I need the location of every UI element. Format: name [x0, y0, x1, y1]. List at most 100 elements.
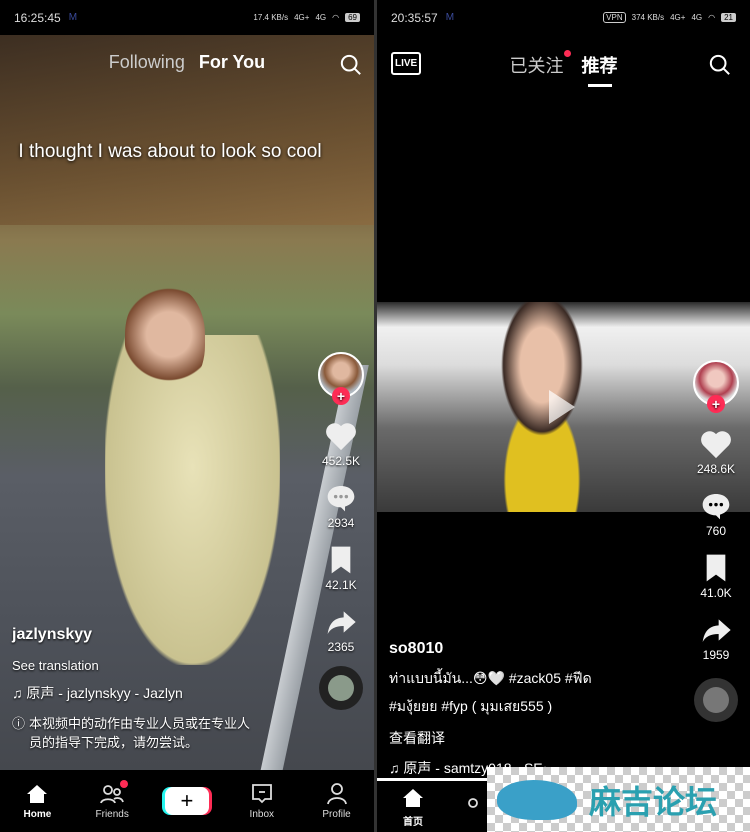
video-scene-head [125, 285, 205, 395]
video-description: ท่าแบบนี้มัน...😳🤍 #zack05 #ฟีด [389, 670, 592, 686]
status-time: 20:35:57 [391, 10, 438, 25]
friends-icon [468, 798, 478, 808]
plus-icon: + [164, 787, 209, 815]
creator-avatar[interactable]: + [693, 360, 739, 413]
save-button[interactable]: 41.0K [699, 552, 733, 600]
video-description-2: #มงุ้ยยย #fyp ( มุมเสย555 ) [389, 698, 553, 714]
nav-inbox-label: Inbox [249, 809, 275, 820]
feed-tabs: 已关注 推荐 [377, 50, 750, 87]
home-icon [403, 789, 423, 807]
video-scene-person [457, 302, 627, 512]
like-count: 452.5K [321, 454, 361, 468]
like-button[interactable]: 248.6K [697, 428, 735, 476]
share-icon [327, 611, 356, 634]
tab-recommended-label: 推荐 [581, 56, 618, 76]
sound-label: 原声 - jazlynskyy - Jazlyn [26, 685, 183, 701]
sound-link[interactable]: ♫ 原声 - jazlynskyy - Jazlyn [12, 683, 262, 703]
status-time: 16:25:45 [14, 10, 61, 25]
nav-profile[interactable]: Profile [307, 782, 367, 820]
like-count: 248.6K [696, 462, 736, 476]
video-scene-person [105, 335, 280, 665]
music-note-icon: ♫ [389, 760, 404, 776]
wifi-icon: ◠ [332, 13, 340, 22]
video-info: jazlynskyy See translation ♫ 原声 - jazlyn… [12, 626, 262, 761]
see-translation-link[interactable]: See translation [12, 658, 262, 673]
nav-home[interactable]: 首页 [383, 786, 443, 828]
video-info: so8010 ท่าแบบนี้มัน...😳🤍 #zack05 #ฟีด #ม… [389, 640, 592, 788]
follow-plus-icon[interactable]: + [332, 387, 350, 405]
battery-icon: 69 [345, 13, 360, 22]
tab-following[interactable]: 已关注 [509, 50, 571, 87]
safety-warning: ⓘ 本视频中的动作由专业人员或在专业人员的指导下完成，请勿尝试。 [12, 713, 262, 751]
share-count: 1959 [702, 648, 730, 662]
see-translation-link[interactable]: 查看翻译 [389, 728, 592, 748]
play-icon[interactable] [549, 390, 575, 424]
action-bar: + 248.6K 760 41.0K 1959 [688, 360, 744, 722]
vpn-icon: VPN [603, 12, 626, 23]
search-icon[interactable] [340, 54, 362, 76]
nav-friends-label: Friends [95, 809, 129, 820]
comment-icon [702, 494, 730, 520]
tab-for-you[interactable]: For You [199, 52, 265, 73]
creator-username[interactable]: so8010 [389, 640, 592, 658]
signal-icon-2: 4G [315, 13, 327, 22]
status-bar: 20:35:57 M VPN 374 KB/s 4G+ 4G ◠ 21 [377, 0, 750, 35]
forum-watermark: 麻吉论坛 [487, 767, 750, 832]
tab-following-label: 已关注 [509, 56, 564, 76]
follow-plus-icon[interactable]: + [707, 395, 725, 413]
like-button[interactable]: 452.5K [322, 420, 360, 468]
creator-avatar[interactable]: + [318, 352, 364, 405]
share-count: 2365 [327, 640, 355, 654]
notification-dot [120, 780, 129, 788]
active-tab-indicator [587, 84, 612, 87]
nav-friends[interactable]: Friends [82, 780, 142, 820]
signal-icon: 4G+ [294, 13, 310, 22]
create-button[interactable]: + [157, 787, 217, 815]
creator-username[interactable]: jazlynskyy [12, 626, 262, 644]
nav-home-label: Home [23, 809, 52, 820]
gmail-icon: M [68, 12, 78, 23]
left-screen: 16:25:45 M 17.4 KB/s 4G+ 4G ◠ 69 Followi… [0, 0, 374, 832]
shark-logo-icon [497, 779, 577, 820]
share-button[interactable]: 2365 [324, 606, 358, 654]
music-note-icon: ♫ [12, 685, 27, 701]
inbox-icon [251, 784, 272, 804]
save-count: 41.0K [700, 586, 732, 600]
bookmark-icon [706, 554, 726, 582]
nav-home-label: 首页 [403, 817, 423, 828]
nav-profile-label: Profile [322, 809, 351, 820]
bookmark-icon [331, 546, 351, 574]
comment-button[interactable]: 760 [699, 490, 733, 538]
signal-icon-2: 4G [691, 13, 703, 22]
profile-icon [326, 783, 347, 805]
watermark-text: 麻吉论坛 [589, 782, 718, 821]
notification-dot [563, 50, 571, 57]
heart-icon [326, 423, 356, 451]
network-speed: 17.4 KB/s [253, 13, 289, 22]
nav-home[interactable]: Home [7, 782, 67, 820]
tab-recommended[interactable]: 推荐 [582, 52, 618, 87]
music-disc[interactable] [694, 678, 738, 722]
search-icon[interactable] [709, 54, 731, 76]
share-button[interactable]: 1959 [699, 614, 733, 662]
battery-icon: 21 [721, 13, 736, 22]
signal-icon: 4G+ [670, 13, 686, 22]
home-icon [27, 785, 48, 803]
save-button[interactable]: 42.1K [324, 544, 358, 592]
tab-following[interactable]: Following [109, 52, 185, 73]
feed-tabs: Following For You [0, 52, 374, 73]
right-screen: 20:35:57 M VPN 374 KB/s 4G+ 4G ◠ 21 LIVE… [377, 0, 750, 832]
bottom-nav: Home Friends + Inbox Profile [0, 770, 374, 832]
save-count: 42.1K [325, 578, 357, 592]
music-disc-cover [328, 675, 354, 701]
gmail-icon: M [445, 12, 455, 23]
info-icon: ⓘ [12, 716, 26, 731]
heart-icon [701, 431, 731, 459]
music-disc[interactable] [319, 666, 363, 710]
nav-inbox[interactable]: Inbox [232, 782, 292, 820]
share-icon [702, 619, 731, 642]
comment-count: 2934 [327, 516, 355, 530]
status-bar: 16:25:45 M 17.4 KB/s 4G+ 4G ◠ 69 [0, 0, 374, 35]
comment-button[interactable]: 2934 [324, 482, 358, 530]
warning-text: 本视频中的动作由专业人员或在专业人员的指导下完成，请勿尝试。 [29, 716, 251, 750]
